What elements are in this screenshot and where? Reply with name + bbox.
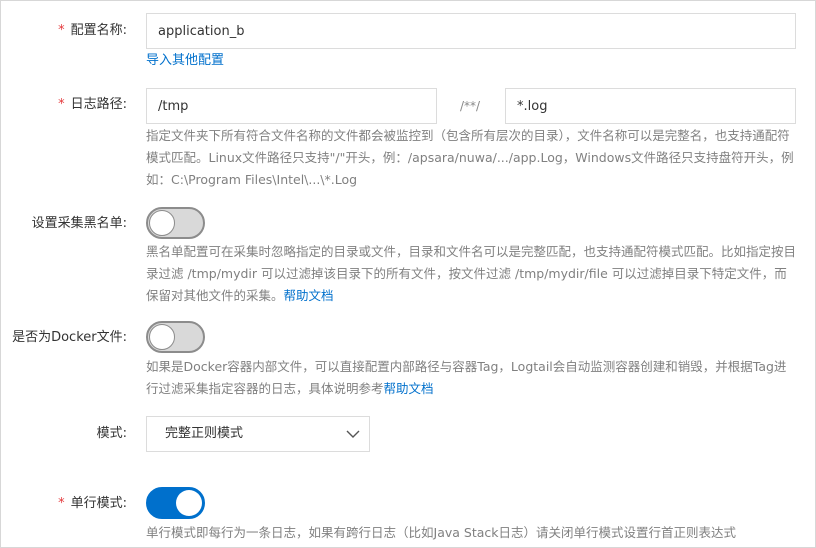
single-line-label: * 单行模式: (58, 496, 127, 511)
log-path-help-text: 指定文件夹下所有符合文件名称的文件都会被监控到（包含所有层次的目录），文件名称可… (146, 128, 794, 187)
required-mark: * (58, 23, 65, 38)
required-mark: * (58, 496, 65, 511)
mode-label: 模式: (96, 426, 127, 441)
docker-label: 是否为Docker文件: (12, 330, 127, 345)
mode-select[interactable]: 完整正则模式 (146, 416, 370, 452)
blacklist-help-link[interactable]: 帮助文档 (284, 288, 334, 303)
toggle-knob (176, 490, 202, 516)
toggle-knob (149, 210, 175, 236)
docker-help-text: 如果是Docker容器内部文件，可以直接配置内部路径与容器Tag，Logtail… (146, 359, 787, 396)
blacklist-help-text: 黑名单配置可在采集时忽略指定的目录或文件，目录和文件名可以是完整匹配，也支持通配… (146, 244, 797, 303)
log-dir-input[interactable] (146, 88, 437, 124)
blacklist-label: 设置采集黑名单: (31, 216, 127, 231)
log-path-label: * 日志路径: (58, 97, 127, 112)
single-line-help-text: 单行模式即每行为一条日志，如果有跨行日志（比如Java Stack日志）请关闭单… (146, 525, 736, 540)
config-name-input[interactable] (146, 13, 796, 49)
docker-toggle[interactable] (146, 321, 205, 353)
required-mark: * (58, 97, 65, 112)
import-config-link[interactable]: 导入其他配置 (146, 53, 224, 69)
blacklist-toggle[interactable] (146, 207, 205, 239)
mode-selected-value: 完整正则模式 (165, 426, 244, 441)
single-line-toggle[interactable] (146, 487, 205, 519)
logtail-config-form: *配置名称: 导入其他配置 *日志路径: /**/ 指定文件夹下所有符合文件名称… (0, 0, 816, 548)
log-file-pattern-input[interactable] (505, 88, 796, 124)
config-name-label: * 配置名称: (58, 23, 127, 38)
path-separator: /**/ (460, 99, 481, 113)
toggle-knob (149, 324, 175, 350)
chevron-down-icon (346, 430, 360, 438)
docker-help-link[interactable]: 帮助文档 (384, 381, 434, 396)
